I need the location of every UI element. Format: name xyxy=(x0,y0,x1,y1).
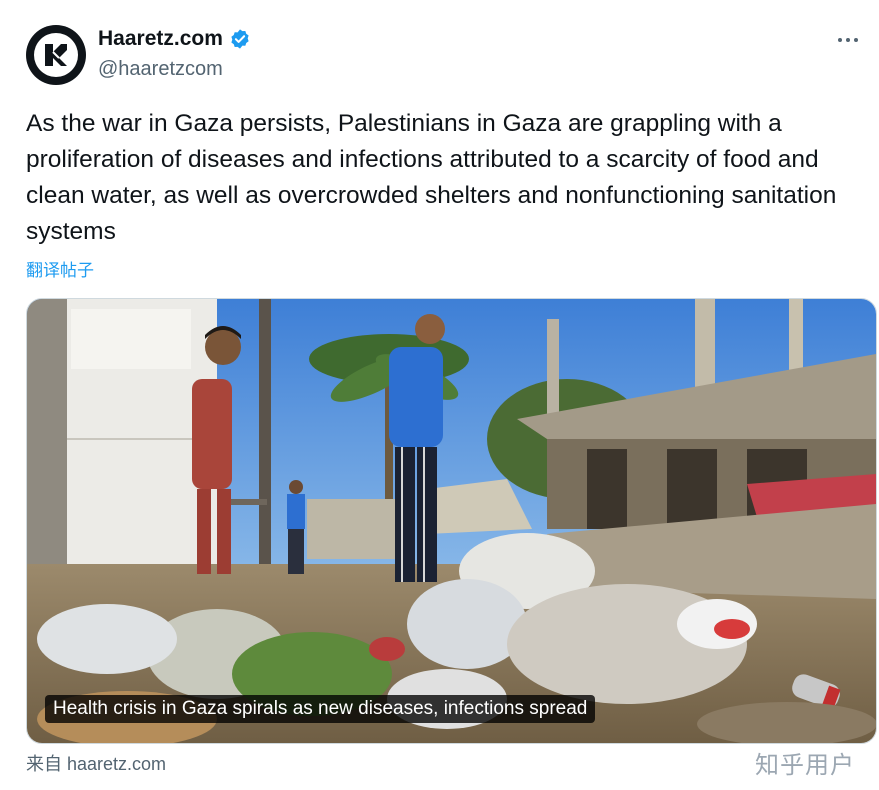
avatar[interactable] xyxy=(26,25,86,85)
tweet-text: As the war in Gaza persists, Palestinian… xyxy=(26,110,837,245)
display-name[interactable]: Haaretz.com xyxy=(98,27,223,51)
haaretz-logo-icon xyxy=(34,33,78,77)
link-card-image[interactable]: Health crisis in Gaza spirals as new dis… xyxy=(26,298,877,744)
more-options-icon[interactable] xyxy=(831,25,865,55)
translate-post-link[interactable]: 翻译帖子 xyxy=(26,256,94,281)
card-headline[interactable]: Health crisis in Gaza spirals as new dis… xyxy=(45,695,596,723)
verified-badge-icon xyxy=(231,29,249,49)
account-handle[interactable]: @haaretzcom xyxy=(98,58,223,81)
account-name-row[interactable]: Haaretz.com xyxy=(98,27,251,51)
card-source[interactable]: 来自 haaretz.com xyxy=(26,750,166,776)
zhihu-watermark: 知乎用户 xyxy=(755,752,855,779)
gaza-street-photo xyxy=(27,299,876,743)
